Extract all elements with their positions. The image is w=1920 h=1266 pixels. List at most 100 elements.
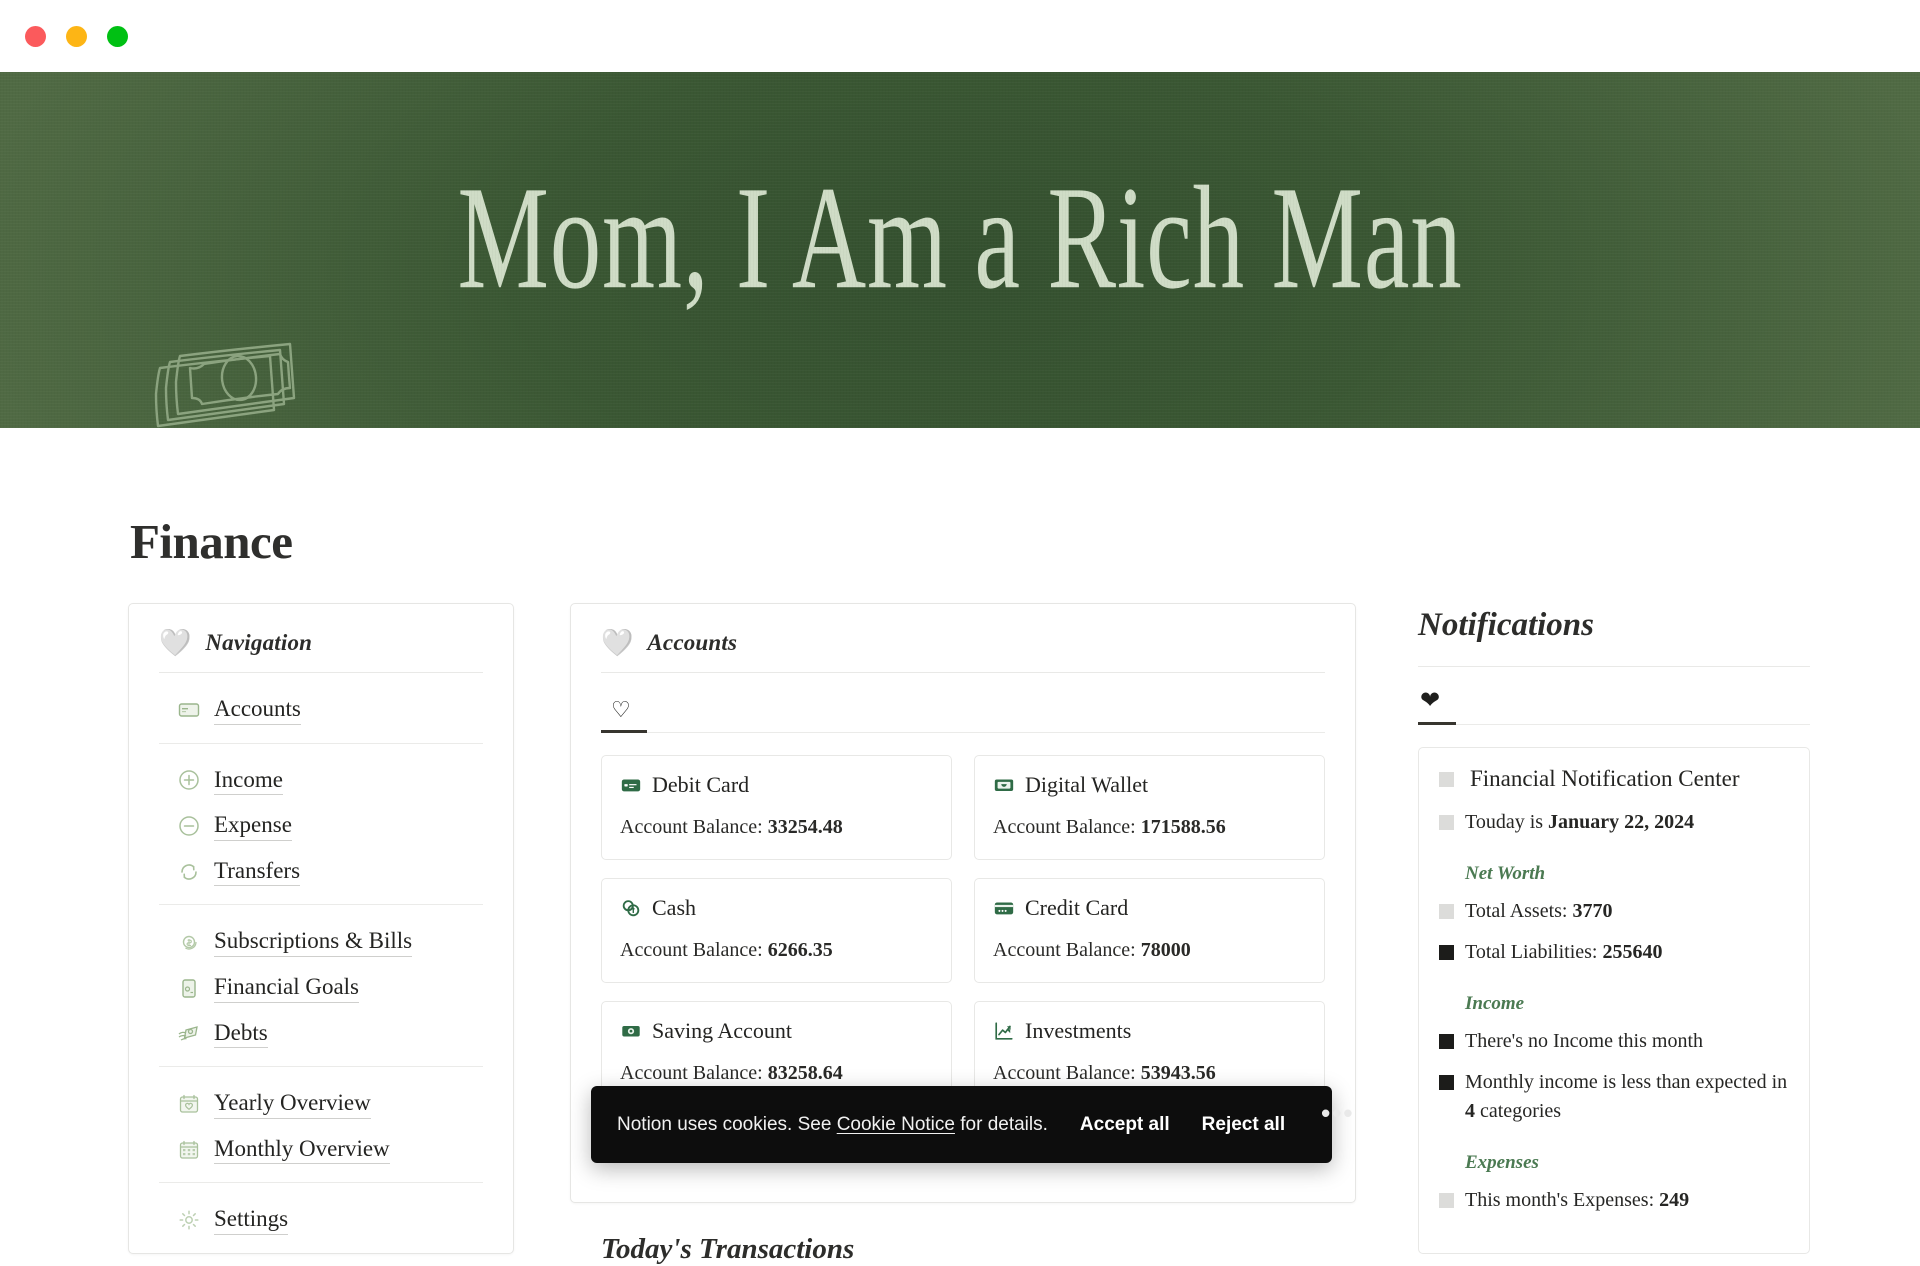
accept-all-button[interactable]: Accept all: [1080, 1114, 1170, 1136]
white-heart-icon: 🤍: [159, 628, 192, 657]
digital-wallet-icon: [993, 774, 1015, 796]
gear-icon: [177, 1208, 201, 1232]
sidebar-item-expense[interactable]: Expense: [159, 803, 483, 849]
sidebar-item-subscriptions-bills[interactable]: Subscriptions & Bills: [159, 919, 483, 965]
account-balance-label: Account Balance:: [620, 939, 763, 961]
sidebar-item-settings[interactable]: Settings: [159, 1197, 483, 1243]
account-card[interactable]: Debit Card Account Balance: 33254.48: [601, 755, 952, 860]
more-options-icon[interactable]: •••: [1321, 1086, 1354, 1126]
notification-section-heading-expenses: Expenses: [1465, 1152, 1539, 1173]
account-balance-line: Account Balance: 33254.48: [620, 816, 933, 839]
navigation-panel: 🤍 Navigation Accounts Income Expense Tra…: [128, 603, 514, 1254]
notification-section-heading-income: Income: [1465, 993, 1525, 1014]
notifications-column: Notifications ❤ Financial Notification C…: [1418, 603, 1810, 1254]
cookie-notice-link[interactable]: Cookie Notice: [837, 1114, 955, 1135]
sidebar-item-label: Yearly Overview: [214, 1089, 371, 1119]
money-banknotes-icon[interactable]: [148, 340, 300, 452]
sidebar-item-label: Financial Goals: [214, 973, 359, 1003]
light-square-bullet-icon: [1439, 1193, 1454, 1208]
minus-circle-icon: [177, 814, 201, 838]
accounts-tabbar: ♡: [601, 673, 1325, 733]
sidebar-item-transfers[interactable]: Transfers: [159, 849, 483, 895]
cookie-text-after: for details.: [954, 1113, 1048, 1135]
sidebar-item-label: Income: [214, 766, 283, 796]
account-name: Saving Account: [652, 1018, 792, 1043]
notification-line-value: 3770: [1572, 900, 1613, 922]
account-balance-line: Account Balance: 78000: [993, 939, 1306, 962]
light-square-bullet-icon: [1439, 904, 1454, 919]
sidebar-item-financial-goals[interactable]: Financial Goals: [159, 965, 483, 1011]
refresh-arrows-icon: [177, 860, 201, 884]
accounts-grid: Debit Card Account Balance: 33254.48 Dig…: [571, 733, 1355, 1106]
account-card-header: Digital Wallet: [993, 772, 1306, 798]
reject-all-button[interactable]: Reject all: [1202, 1114, 1285, 1136]
close-window-button[interactable]: [25, 25, 46, 47]
traffic-light-controls: [25, 25, 128, 47]
date-prefix: Touday is: [1465, 811, 1549, 833]
notification-line: Monthly income is less than expected in …: [1439, 1068, 1789, 1126]
navigation-column: 🤍 Navigation Accounts Income Expense Tra…: [128, 603, 514, 1254]
account-card[interactable]: Digital Wallet Account Balance: 171588.5…: [974, 755, 1325, 860]
sidebar-item-label: Settings: [214, 1205, 289, 1235]
notifications-tabbar: ❤: [1418, 667, 1810, 725]
account-balance-label: Account Balance:: [620, 1062, 763, 1084]
navigation-panel-header: 🤍 Navigation: [129, 604, 513, 656]
navigation-group: Income Expense Transfers: [159, 742, 483, 905]
account-balance-line: Account Balance: 6266.35: [620, 939, 933, 962]
account-name: Investments: [1025, 1018, 1132, 1043]
savings-banknote-icon: [620, 1020, 642, 1042]
zoom-window-button[interactable]: [107, 25, 128, 47]
notification-line-text: There's no Income this month: [1465, 1030, 1703, 1052]
notification-card-title-row: Financial Notification Center: [1439, 766, 1789, 792]
heart-filled-icon: ❤: [1420, 688, 1441, 714]
notification-line-value: 4: [1465, 1100, 1475, 1122]
sidebar-item-label: Expense: [214, 811, 292, 841]
navigation-group: Yearly Overview Monthly Overview: [159, 1066, 483, 1182]
notifications-title: Notifications: [1418, 607, 1595, 643]
current-date: January 22, 2024: [1548, 811, 1695, 833]
light-square-bullet-icon: [1439, 771, 1454, 787]
account-card-header: Cash: [620, 895, 933, 921]
account-name: Cash: [652, 895, 696, 920]
account-balance-line: Account Balance: 171588.56: [993, 816, 1306, 839]
recurring-dollar-icon: [177, 930, 201, 954]
accounts-panel-header: 🤍 Accounts: [571, 604, 1355, 656]
sidebar-item-debts[interactable]: Debts: [159, 1011, 483, 1057]
account-card-header: Credit Card: [993, 895, 1306, 921]
notification-line: This month's Expenses: 249: [1439, 1186, 1789, 1215]
todays-transactions-heading: Today's Transactions: [601, 1233, 855, 1265]
sidebar-item-label: Accounts: [214, 695, 301, 725]
financial-notification-center-card: Financial Notification Center Touday is …: [1418, 747, 1810, 1254]
tab-accounts-favorites[interactable]: ♡: [601, 689, 647, 733]
navigation-group: Settings: [159, 1182, 483, 1253]
account-card[interactable]: Credit Card Account Balance: 78000: [974, 878, 1325, 983]
account-card[interactable]: Cash Account Balance: 6266.35: [601, 878, 952, 983]
account-balance-line: Account Balance: 83258.64: [620, 1062, 933, 1085]
white-heart-icon: 🤍: [601, 628, 634, 657]
notification-card-title: Financial Notification Center: [1470, 766, 1740, 791]
sidebar-item-income[interactable]: Income: [159, 758, 483, 804]
notification-line-text: Monthly income is less than expected in: [1465, 1071, 1788, 1093]
calendar-grid-icon: [177, 1138, 201, 1162]
sidebar-item-yearly-overview[interactable]: Yearly Overview: [159, 1081, 483, 1127]
debit-card-icon: [620, 774, 642, 796]
money-with-wings-icon: [177, 1021, 201, 1045]
cash-coins-icon: [620, 897, 642, 919]
chart-up-icon: [993, 1020, 1015, 1042]
sidebar-item-label: Transfers: [214, 857, 301, 887]
account-balance-value: 33254.48: [767, 816, 843, 838]
notification-line-text: Total Liabilities:: [1465, 941, 1603, 963]
notification-line-text: This month's Expenses:: [1465, 1189, 1660, 1211]
notification-section-heading-net-worth: Net Worth: [1465, 863, 1546, 884]
notification-line-suffix: categories: [1475, 1100, 1562, 1122]
navigation-panel-title: Navigation: [205, 630, 313, 655]
accounts-panel-title: Accounts: [647, 630, 738, 655]
account-card-header: Debit Card: [620, 772, 933, 798]
sidebar-item-accounts[interactable]: Accounts: [159, 687, 483, 733]
sidebar-item-monthly-overview[interactable]: Monthly Overview: [159, 1127, 483, 1173]
navigation-group: Subscriptions & Bills Financial Goals De…: [159, 904, 483, 1066]
dark-square-bullet-icon: [1439, 1075, 1454, 1090]
account-card-header: Investments: [993, 1018, 1306, 1044]
minimize-window-button[interactable]: [66, 25, 87, 47]
tab-notifications-favorites[interactable]: ❤: [1418, 683, 1457, 725]
